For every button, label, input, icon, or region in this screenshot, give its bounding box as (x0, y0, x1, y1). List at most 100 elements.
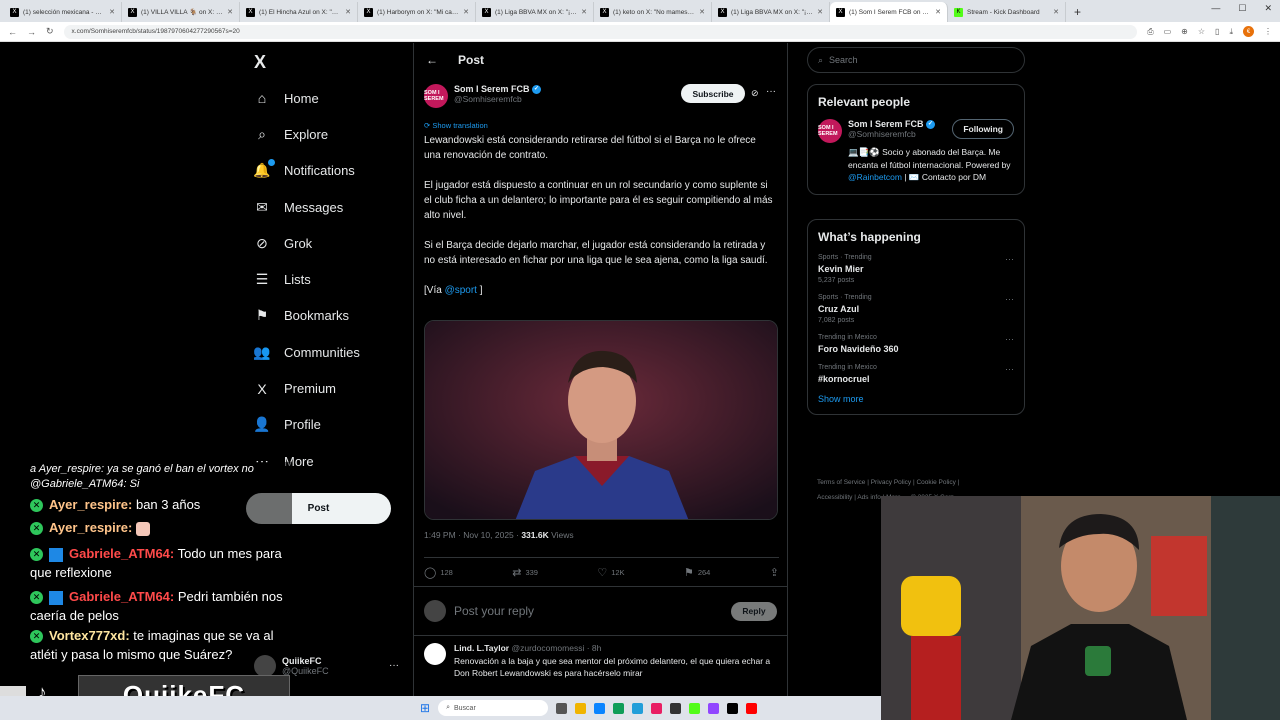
trend-item[interactable]: Trending in Mexico #kornocruel ··· (818, 364, 1014, 384)
windows-start-icon[interactable]: ⊞ (420, 701, 430, 715)
bookmark-action[interactable]: ⚑ 264 (684, 566, 710, 579)
sidebar-item-profile[interactable]: 👤 Profile (250, 407, 410, 443)
reply-button[interactable]: Reply (731, 601, 777, 621)
whats-happening-card: What’s happening Sports · Trending Kevin … (807, 219, 1025, 415)
tab-close-icon[interactable]: ✕ (817, 8, 823, 16)
edge-icon[interactable] (594, 702, 606, 714)
author-handle[interactable]: @Somhiseremfcb (454, 94, 541, 104)
post-image[interactable] (424, 320, 778, 520)
like-action[interactable]: ♡ 12K (597, 566, 624, 579)
cast-icon[interactable]: ▭ (1164, 27, 1172, 36)
obs-icon[interactable] (670, 702, 682, 714)
browser-tab[interactable]: X (1) Liga BBVA MX on X: "¡Así se ✕ (476, 2, 594, 22)
grok-icon[interactable]: ⊘ (751, 88, 759, 99)
repost-action[interactable]: ⇄ 339 (512, 566, 538, 579)
sidebar-item-grok[interactable]: ⊘ Grok (250, 225, 410, 261)
reply-action[interactable]: ◯ 128 (424, 566, 453, 579)
app-icon[interactable] (651, 702, 663, 714)
trend-more-icon[interactable]: ··· (1005, 254, 1014, 264)
minimize-icon[interactable]: — (1211, 3, 1220, 14)
author-name[interactable]: Som I Serem FCB (454, 84, 530, 94)
tab-close-icon[interactable]: ✕ (463, 8, 469, 16)
close-window-icon[interactable]: ✕ (1264, 3, 1272, 14)
sidebar-item-lists[interactable]: ☰ Lists (250, 261, 410, 297)
reply-avatar[interactable] (424, 643, 446, 665)
twitch-icon[interactable] (708, 702, 720, 714)
profile-avatar[interactable]: € (1243, 26, 1254, 37)
menu-icon[interactable]: ⋮ (1264, 27, 1272, 36)
window-controls: — ☐ ✕ (1211, 3, 1272, 14)
browser-tab[interactable]: X (1) keto on X: "No mames se m ✕ (594, 2, 712, 22)
x-logo[interactable]: X (254, 52, 266, 73)
browser-tab[interactable]: X (1) selección mexicana - Search ✕ (4, 2, 122, 22)
following-button[interactable]: Following (952, 119, 1014, 139)
new-tab-icon[interactable]: + (1066, 2, 1089, 22)
sidebar-item-notifications[interactable]: 🔔 Notifications (250, 153, 410, 189)
reload-icon[interactable]: ↻ (46, 26, 54, 37)
sport-link[interactable]: @sport (445, 285, 477, 296)
telegram-icon[interactable] (632, 702, 644, 714)
reply-post[interactable]: Lind. L.Taylor @zurdocomomessi · 8h Reno… (424, 643, 779, 679)
tab-close-icon[interactable]: ✕ (227, 8, 233, 16)
reply-author-handle[interactable]: @zurdocomomessi · 8h (511, 643, 601, 653)
subscribe-button[interactable]: Subscribe (681, 84, 745, 103)
tab-close-icon[interactable]: ✕ (345, 8, 351, 16)
trend-item[interactable]: Sports · Trending Cruz Azul 7,082 posts ··· (818, 294, 1014, 324)
sidebar-item-communities[interactable]: 👥 Communities (250, 334, 410, 370)
taskbar-search[interactable]: ⌕ Buscar (438, 700, 549, 716)
browser-tab[interactable]: X (1) VILLA VILLA 🐐 on X: "Agua ✕ (122, 2, 240, 22)
sidebar-item-premium[interactable]: X Premium (250, 370, 410, 406)
browser-tab[interactable]: X (1) El Hincha Azul on X: "Voy a ✕ (240, 2, 358, 22)
tab-close-icon[interactable]: ✕ (935, 8, 941, 16)
tab-close-icon[interactable]: ✕ (109, 8, 115, 16)
browser-tab[interactable]: K Stream - Kick Dashboard ✕ (948, 2, 1066, 22)
explorer-icon[interactable] (575, 702, 587, 714)
trend-item[interactable]: Trending in Mexico Foro Navideño 360 ··· (818, 334, 1014, 354)
sidepanel-icon[interactable]: ▯ (1215, 27, 1219, 36)
tiktok-app-icon[interactable] (727, 702, 739, 714)
search-input[interactable]: ⌕ Search (807, 47, 1025, 73)
star-icon[interactable]: ☆ (1198, 27, 1205, 36)
sidebar-item-explore[interactable]: ⌕ Explore (250, 116, 410, 152)
trend-more-icon[interactable]: ··· (1005, 334, 1014, 344)
trend-more-icon[interactable]: ··· (1005, 364, 1014, 374)
forward-icon[interactable]: → (27, 27, 36, 37)
taskview-icon[interactable] (556, 702, 568, 714)
tab-close-icon[interactable]: ✕ (699, 8, 705, 16)
show-more-link[interactable]: Show more (818, 394, 1014, 404)
back-icon[interactable]: ← (8, 27, 17, 37)
zoom-icon[interactable]: ⊕ (1181, 27, 1188, 36)
reply-input[interactable]: Post your reply (454, 604, 723, 618)
chrome-icon[interactable] (613, 702, 625, 714)
author-avatar[interactable]: SOM I SEREM (424, 84, 448, 108)
install-icon[interactable]: ⎙ (1147, 27, 1153, 37)
trend-item[interactable]: Sports · Trending Kevin Mier 5,237 posts ··… (818, 254, 1014, 284)
footer-line[interactable]: Terms of Service | Privacy Policy | Cook… (817, 475, 1027, 490)
person-avatar[interactable]: SOM I SEREM (818, 119, 842, 143)
account-switcher[interactable]: QuiikeFC @QuiikeFC (254, 655, 329, 677)
sidebar-item-messages[interactable]: ✉ Messages (250, 189, 410, 225)
tab-close-icon[interactable]: ✕ (1053, 8, 1059, 16)
download-icon[interactable]: ⤓ (1229, 27, 1233, 37)
url-field[interactable]: x.com/Somhiseremfcb/status/1987970604277… (63, 24, 1138, 39)
kick-icon[interactable] (689, 702, 701, 714)
tab-title: (1) El Hincha Azul on X: "Voy a (259, 8, 342, 16)
person-handle[interactable]: @Somhiseremfcb (848, 129, 935, 139)
browser-tab[interactable]: X (1) Harborym on X: "Mi campe ✕ (358, 2, 476, 22)
sidebar-item-home[interactable]: ⌂ Home (250, 80, 410, 116)
browser-tab[interactable]: X (1) Liga BBVA MX on X: "¡Los m✕ (712, 2, 830, 22)
sidebar-item-bookmarks[interactable]: ⚑ Bookmarks (250, 298, 410, 334)
tab-close-icon[interactable]: ✕ (581, 8, 587, 16)
youtube-icon[interactable] (746, 702, 758, 714)
person-name[interactable]: Som I Serem FCB (848, 119, 924, 129)
share-action[interactable]: ⇪ (770, 566, 779, 579)
trend-more-icon[interactable]: ··· (1005, 294, 1014, 304)
reply-author-name[interactable]: Lind. L.Taylor (454, 643, 509, 653)
maximize-icon[interactable]: ☐ (1238, 3, 1246, 14)
show-translation-link[interactable]: ⟳ Show translation (424, 121, 488, 130)
account-more-icon[interactable]: ··· (389, 660, 399, 671)
back-arrow-icon[interactable]: ← (426, 53, 438, 67)
more-options-icon[interactable]: ··· (766, 86, 776, 97)
rainbet-link[interactable]: @Rainbetcom (848, 172, 902, 182)
browser-tab[interactable]: X (1) Som I Serem FCB on X: "Lew ✕ (830, 2, 948, 22)
